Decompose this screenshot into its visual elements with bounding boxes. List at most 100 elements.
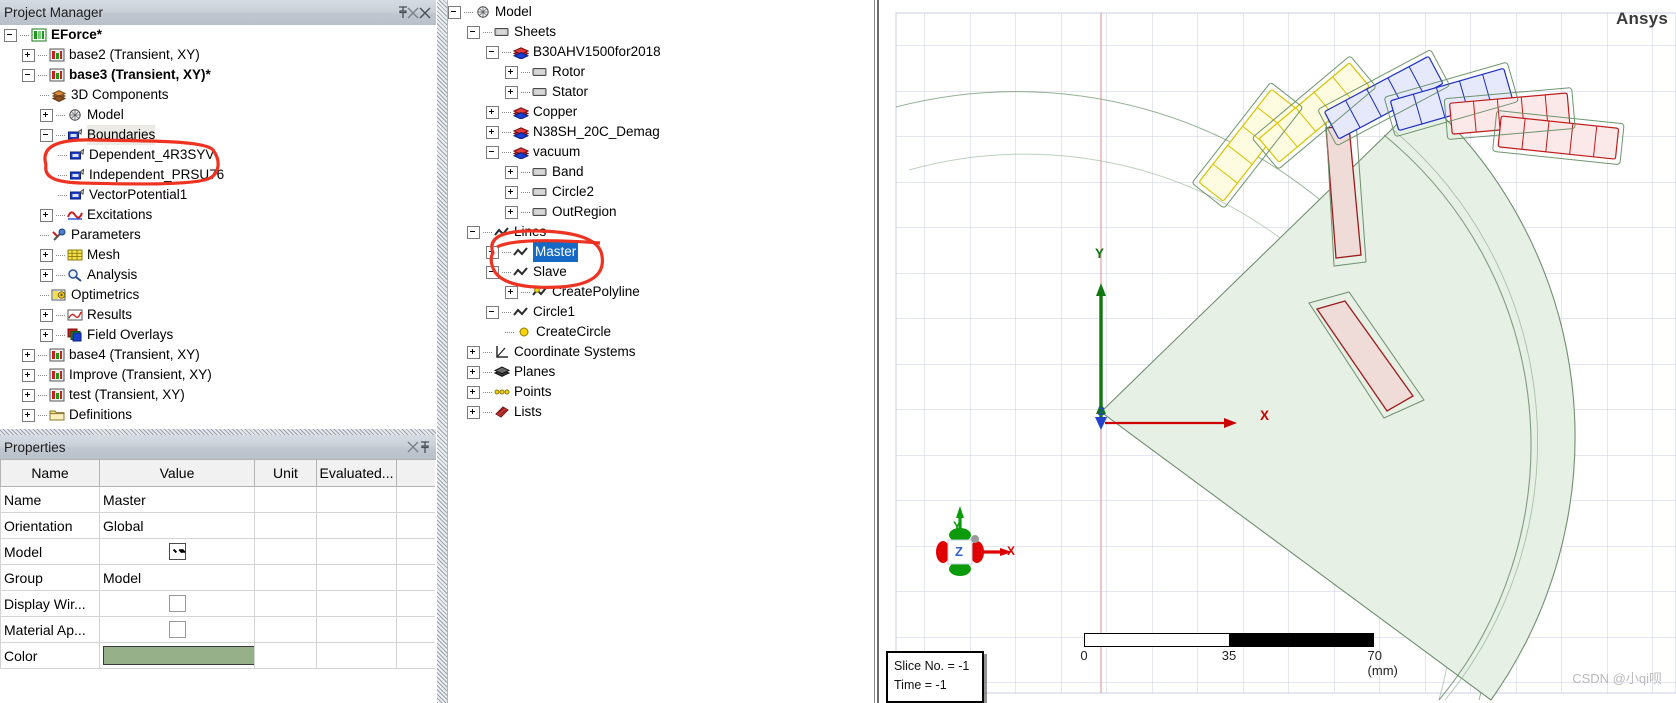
project-tree[interactable]: EForce* base2 (Transient, XY) base3 (Trans…	[0, 25, 436, 428]
tree-item-3d-components[interactable]: 3D Components	[0, 85, 436, 105]
expand-icon[interactable]	[505, 85, 518, 99]
checkbox[interactable]	[168, 621, 186, 639]
3d-viewport[interactable]: Y X Z Y X Z Ansys Slice No. = -1 Time = …	[877, 0, 1676, 703]
column-header-value[interactable]: Value	[99, 459, 255, 487]
tree-item-field-overlays[interactable]: Field Overlays	[0, 325, 436, 345]
model-tree-scrollbar[interactable]	[437, 0, 448, 703]
property-value-cell[interactable]: Model	[99, 564, 255, 591]
tree-item-model[interactable]: Model	[0, 105, 436, 125]
color-swatch[interactable]	[103, 646, 255, 665]
property-value-cell[interactable]: Master	[99, 486, 255, 513]
tree-item-rotor[interactable]: Rotor	[448, 62, 875, 82]
expand-icon[interactable]	[22, 368, 35, 382]
expand-icon[interactable]	[486, 245, 499, 259]
tree-item-createpolyline[interactable]: CreatePolyline	[448, 282, 875, 302]
properties-grid[interactable]: Name Value Unit Evaluated... Name Master Orien…	[0, 459, 436, 703]
tree-item-circle1[interactable]: Circle1	[448, 302, 875, 322]
table-row[interactable]: Group Model	[0, 564, 435, 591]
expand-icon[interactable]	[40, 328, 53, 342]
tree-item-base3-transient-xy[interactable]: base3 (Transient, XY)*	[0, 65, 436, 85]
properties-table[interactable]: Name Value Unit Evaluated... Name Master Orien…	[0, 459, 435, 669]
expand-icon[interactable]	[22, 408, 35, 422]
tree-item-points[interactable]: Points	[448, 382, 875, 402]
expand-icon[interactable]	[505, 65, 518, 79]
expand-icon[interactable]	[22, 48, 35, 62]
checkbox[interactable]	[168, 543, 186, 561]
tree-item-independent-prsu76[interactable]: Independent_PRSU76	[0, 165, 436, 185]
tree-item-vectorpotential1[interactable]: VectorPotential1	[0, 185, 436, 205]
tree-item-master[interactable]: Master	[448, 242, 875, 262]
tree-item-coordinate-systems[interactable]: Coordinate Systems	[448, 342, 875, 362]
tree-item-improve-transient-xy[interactable]: Improve (Transient, XY)	[0, 365, 436, 385]
tree-item-lines[interactable]: Lines	[448, 222, 875, 242]
expand-icon[interactable]	[505, 165, 518, 179]
checkbox[interactable]	[168, 595, 186, 613]
tree-item-circle2[interactable]: Circle2	[448, 182, 875, 202]
collapse-icon[interactable]	[22, 68, 35, 82]
tree-item-eforce[interactable]: EForce*	[0, 25, 436, 45]
panel-splitter[interactable]	[0, 428, 436, 435]
collapse-icon[interactable]	[4, 28, 17, 42]
tree-item-optimetrics[interactable]: Optimetrics	[0, 285, 436, 305]
tree-item-outregion[interactable]: OutRegion	[448, 202, 875, 222]
tree-item-dependent-4r3syv[interactable]: Dependent_4R3SYV	[0, 145, 436, 165]
table-row[interactable]: Material Ap...	[0, 616, 435, 643]
tree-item-definitions[interactable]: Definitions	[0, 405, 436, 425]
model-tree[interactable]: Model Sheets B30AHV1500for2018 Rotor Stator C…	[448, 2, 875, 702]
tree-item-boundaries[interactable]: Boundaries	[0, 125, 436, 145]
collapse-icon[interactable]	[448, 5, 461, 19]
expand-icon[interactable]	[40, 248, 53, 262]
collapse-icon[interactable]	[486, 145, 499, 159]
collapse-icon[interactable]	[467, 225, 480, 239]
tree-item-test-transient-xy[interactable]: test (Transient, XY)	[0, 385, 436, 405]
collapse-icon[interactable]	[486, 45, 499, 59]
property-value-cell[interactable]	[99, 642, 255, 669]
expand-icon[interactable]	[40, 268, 53, 282]
tree-item-band[interactable]: Band	[448, 162, 875, 182]
collapse-icon[interactable]	[40, 128, 53, 142]
tree-item-stator[interactable]: Stator	[448, 82, 875, 102]
tree-item-planes[interactable]: Planes	[448, 362, 875, 382]
tree-item-base4-transient-xy[interactable]: base4 (Transient, XY)	[0, 345, 436, 365]
property-value-cell[interactable]	[99, 590, 255, 617]
expand-icon[interactable]	[40, 308, 53, 322]
expand-icon[interactable]	[505, 185, 518, 199]
tree-item-n38sh-20c-demag[interactable]: N38SH_20C_Demag	[448, 122, 875, 142]
tree-item-lists[interactable]: Lists	[448, 402, 875, 422]
expand-icon[interactable]	[486, 125, 499, 139]
expand-icon[interactable]	[505, 205, 518, 219]
collapse-icon[interactable]	[486, 305, 499, 319]
table-row[interactable]: Orientation Global	[0, 512, 435, 539]
close-icon[interactable]	[402, 436, 424, 458]
tree-item-sheets[interactable]: Sheets	[448, 22, 875, 42]
tree-item-createcircle[interactable]: CreateCircle	[448, 322, 875, 342]
table-row[interactable]: Color	[0, 642, 435, 669]
expand-icon[interactable]	[467, 345, 480, 359]
expand-icon[interactable]	[467, 405, 480, 419]
expand-icon[interactable]	[505, 285, 518, 299]
tree-item-excitations[interactable]: Excitations	[0, 205, 436, 225]
property-value-cell[interactable]: Global	[99, 512, 255, 539]
column-header-unit[interactable]: Unit	[254, 459, 317, 487]
close-icon[interactable]	[402, 2, 424, 24]
table-row[interactable]: Name Master	[0, 486, 435, 513]
tree-item-base2-transient-xy[interactable]: base2 (Transient, XY)	[0, 45, 436, 65]
tree-item-model[interactable]: Model	[448, 2, 875, 22]
table-row[interactable]: Model	[0, 538, 435, 565]
tree-item-analysis[interactable]: Analysis	[0, 265, 436, 285]
tree-item-b30ahv1500for2018[interactable]: B30AHV1500for2018	[448, 42, 875, 62]
collapse-icon[interactable]	[467, 25, 480, 39]
expand-icon[interactable]	[467, 385, 480, 399]
property-value-cell[interactable]	[99, 616, 255, 643]
expand-icon[interactable]	[486, 105, 499, 119]
expand-icon[interactable]	[40, 208, 53, 222]
tree-item-vacuum[interactable]: vacuum	[448, 142, 875, 162]
collapse-icon[interactable]	[486, 265, 499, 279]
tree-item-mesh[interactable]: Mesh	[0, 245, 436, 265]
expand-icon[interactable]	[22, 348, 35, 362]
property-value-cell[interactable]	[99, 538, 255, 565]
tree-item-results[interactable]: Results	[0, 305, 436, 325]
table-row[interactable]: Display Wir...	[0, 590, 435, 617]
column-header-name[interactable]: Name	[0, 459, 100, 487]
tree-item-copper[interactable]: Copper	[448, 102, 875, 122]
